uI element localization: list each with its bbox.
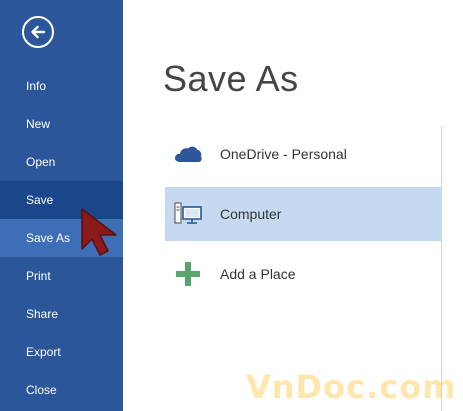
nav-print[interactable]: Print <box>0 257 123 295</box>
plus-icon <box>176 262 200 286</box>
cursor-arrow-icon <box>81 208 117 256</box>
place-label: OneDrive - Personal <box>220 146 347 162</box>
cloud-icon <box>174 146 202 162</box>
nav-close[interactable]: Close <box>0 371 123 409</box>
nav-share[interactable]: Share <box>0 295 123 333</box>
place-label: Computer <box>220 206 282 222</box>
nav-new[interactable]: New <box>0 105 123 143</box>
nav-info[interactable]: Info <box>0 67 123 105</box>
nav-open[interactable]: Open <box>0 143 123 181</box>
computer-icon <box>174 202 202 224</box>
back-button[interactable] <box>22 16 54 48</box>
watermark: VnDoc.com <box>246 368 457 406</box>
save-as-panel: Save As OneDrive - Personal Computer Add… <box>123 0 463 411</box>
nav-export[interactable]: Export <box>0 333 123 371</box>
place-add[interactable]: Add a Place <box>165 247 442 301</box>
place-onedrive[interactable]: OneDrive - Personal <box>165 127 442 181</box>
place-label: Add a Place <box>220 266 296 282</box>
back-arrow-icon <box>31 25 46 39</box>
page-title: Save As <box>163 58 299 99</box>
place-computer[interactable]: Computer <box>165 187 442 241</box>
